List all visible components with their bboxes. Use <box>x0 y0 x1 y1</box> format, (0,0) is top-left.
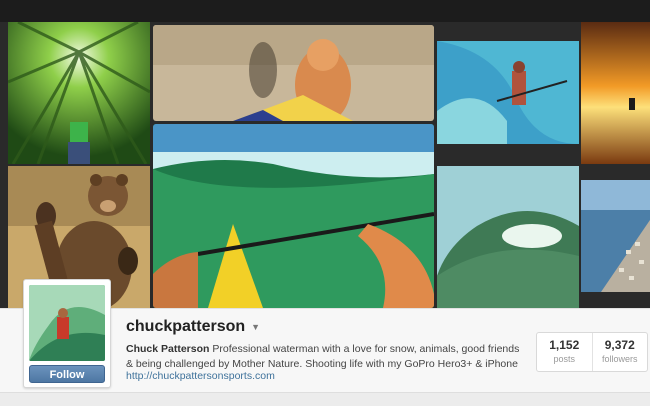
followers-stat[interactable]: 9,372 followers <box>591 333 648 371</box>
photo-paddleboard-wave-pov[interactable] <box>153 124 434 308</box>
photo-beach-selfie-paddleboard[interactable] <box>153 25 434 121</box>
chevron-down-icon[interactable]: ▼ <box>251 322 260 332</box>
photo-wave-tube[interactable] <box>437 166 579 308</box>
photo-sunset-surfer[interactable] <box>581 22 650 164</box>
top-bar <box>0 0 650 22</box>
posts-count: 1,152 <box>549 338 580 352</box>
followers-label: followers <box>601 354 638 364</box>
followers-count: 9,372 <box>604 338 635 352</box>
profile-footer-strip <box>0 392 650 406</box>
photo-surfer-in-barrel[interactable] <box>437 41 579 144</box>
username: chuckpatterson <box>126 318 246 335</box>
follow-button[interactable]: Follow <box>29 365 105 383</box>
photo-bamboo-forest[interactable] <box>8 22 150 164</box>
posts-stat[interactable]: 1,152 posts <box>537 333 592 371</box>
photo-coastal-aerial[interactable] <box>581 180 650 292</box>
username-row: chuckpatterson ▼ <box>126 318 260 336</box>
posts-label: posts <box>553 354 575 364</box>
profile-avatar-card: Follow <box>23 279 111 388</box>
full-name: Chuck Patterson <box>126 343 210 355</box>
profile-stats: 1,152 posts 9,372 followers <box>536 332 648 372</box>
website-link[interactable]: http://chuckpattersonsports.com <box>126 370 275 382</box>
profile-bio: Chuck Patterson Professional waterman wi… <box>126 342 526 372</box>
avatar[interactable] <box>29 285 105 361</box>
